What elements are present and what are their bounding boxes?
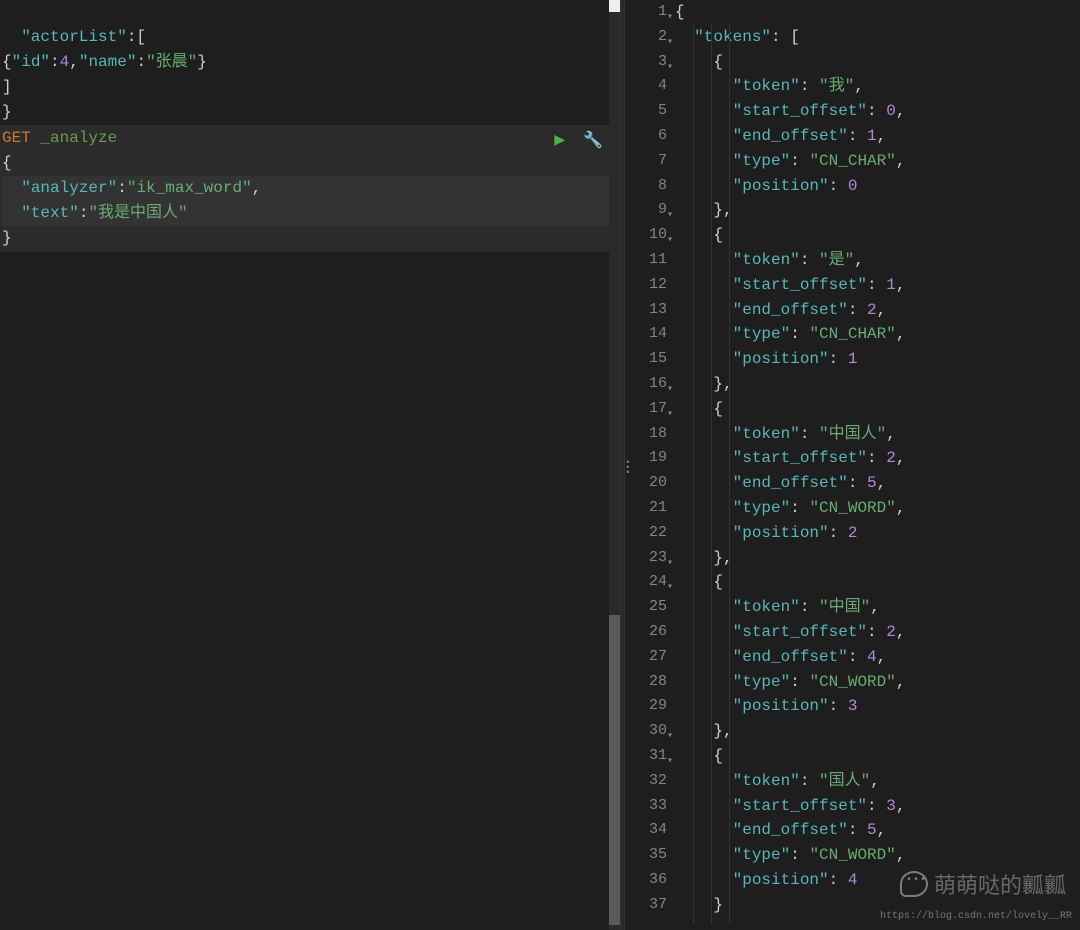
brace-open: { xyxy=(2,154,12,172)
run-icon[interactable]: ▶ xyxy=(554,129,565,151)
response-pane: 1▾2▾3▾456789▾10▾111213141516▾17▾18192021… xyxy=(625,0,1080,930)
analyzer-key: analyzer xyxy=(31,179,108,197)
indent-guide xyxy=(693,24,694,924)
text-key: text xyxy=(31,204,69,222)
endpoint: _analyze xyxy=(40,129,117,147)
wrench-icon[interactable]: 🔧 xyxy=(583,130,603,150)
editor-code[interactable]: "actorList":[ {"id":4,"name":"{"id":4,"n… xyxy=(0,0,625,125)
analyze-request-block[interactable]: ▶ 🔧 GET _analyze { "analyzer":"ik_max_wo… xyxy=(0,125,625,252)
request-editor-pane[interactable]: "actorList":[ {"id":4,"name":"{"id":4,"n… xyxy=(0,0,625,930)
analyzer-value: ik_max_word xyxy=(136,179,242,197)
brace-close: } xyxy=(2,229,12,247)
response-code[interactable]: { "tokens": [ { "token": "我", "start_off… xyxy=(675,0,1080,930)
http-method: GET xyxy=(2,129,31,147)
line-gutter: 1▾2▾3▾456789▾10▾111213141516▾17▾18192021… xyxy=(625,0,675,930)
request-actions: ▶ 🔧 xyxy=(554,129,603,151)
indent-guide xyxy=(711,24,712,924)
text-value: 我是中国人 xyxy=(98,204,178,222)
indent-guide xyxy=(729,24,730,924)
